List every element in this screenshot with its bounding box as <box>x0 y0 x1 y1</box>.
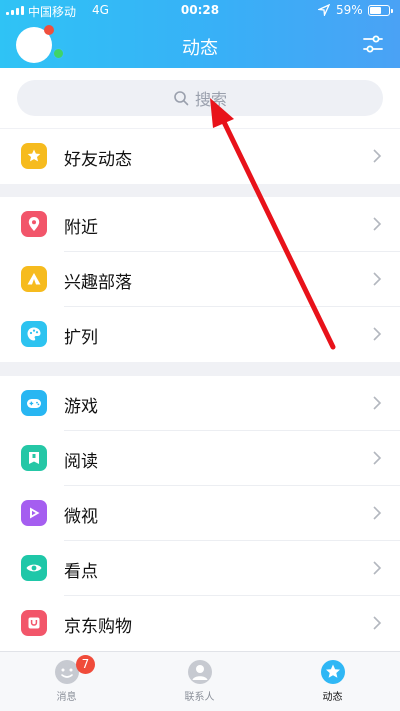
list-item-reading[interactable]: 阅读 <box>0 431 400 486</box>
star-icon <box>21 143 47 169</box>
unread-badge: 7 <box>76 655 95 674</box>
list-item-friend-feed[interactable]: 好友动态 <box>0 129 400 184</box>
chevron-right-icon <box>373 561 382 575</box>
tab-label: 消息 <box>56 692 77 703</box>
battery-icon <box>368 5 393 16</box>
list-item-jd-shopping[interactable]: 京东购物 <box>0 596 400 651</box>
tent-icon <box>21 266 47 292</box>
list-group-apps: 游戏 阅读 微视 看点 京东购物 <box>0 376 400 651</box>
list-item-games[interactable]: 游戏 <box>0 376 400 431</box>
list-item-label: 微视 <box>64 507 98 527</box>
battery-percent: 59% <box>336 3 363 17</box>
list-item-expand-friends[interactable]: 扩列 <box>0 307 400 362</box>
search-placeholder: 搜索 <box>194 90 227 109</box>
list-group-discover: 附近 兴趣部落 扩列 <box>0 197 400 362</box>
chevron-right-icon <box>373 396 382 410</box>
chevron-right-icon <box>373 149 382 163</box>
tab-moments[interactable]: 动态 <box>266 652 399 711</box>
tab-bar: 7 消息 联系人 动态 <box>0 651 400 711</box>
search-icon <box>174 91 189 106</box>
list-item-label: 附近 <box>64 218 98 238</box>
gamepad-icon <box>21 390 47 416</box>
chevron-right-icon <box>373 272 382 286</box>
chevron-right-icon <box>373 217 382 231</box>
list-item-label: 看点 <box>64 562 98 582</box>
palette-icon <box>21 321 47 347</box>
tab-label: 联系人 <box>184 692 215 703</box>
location-arrow-icon <box>318 4 330 16</box>
search-section: 搜索 <box>0 68 400 128</box>
tab-messages[interactable]: 7 消息 <box>0 652 133 711</box>
chevron-right-icon <box>373 327 382 341</box>
status-bar: 中国移动 4G 00:28 59% <box>0 0 400 22</box>
list-item-label: 扩列 <box>64 328 98 348</box>
tab-contacts[interactable]: 联系人 <box>133 652 266 711</box>
moments-star-icon <box>320 660 345 684</box>
list-item-label: 好友动态 <box>64 150 132 170</box>
list-item-label: 阅读 <box>64 452 98 472</box>
header-bar: 中国移动 4G 00:28 59% 动态 <box>0 0 400 68</box>
list-item-label: 游戏 <box>64 397 98 417</box>
list-group-friends: 好友动态 <box>0 129 400 184</box>
list-item-nearby[interactable]: 附近 <box>0 197 400 252</box>
eye-icon <box>21 555 47 581</box>
list-item-kandian[interactable]: 看点 <box>0 541 400 596</box>
sliders-icon[interactable] <box>362 33 384 55</box>
contacts-icon <box>187 660 212 684</box>
page-title: 动态 <box>182 38 218 59</box>
list-item-weishi[interactable]: 微视 <box>0 486 400 541</box>
list-item-label: 兴趣部落 <box>64 273 132 293</box>
location-pin-icon <box>21 211 47 237</box>
chevron-right-icon <box>373 451 382 465</box>
chevron-right-icon <box>373 506 382 520</box>
play-icon <box>21 500 47 526</box>
list-item-label: 京东购物 <box>64 617 132 637</box>
tab-label: 动态 <box>322 692 343 703</box>
shopping-bag-icon <box>21 610 47 636</box>
book-icon <box>21 445 47 471</box>
chevron-right-icon <box>373 616 382 630</box>
list-item-interest-tribe[interactable]: 兴趣部落 <box>0 252 400 307</box>
search-bar[interactable]: 搜索 <box>17 80 383 116</box>
